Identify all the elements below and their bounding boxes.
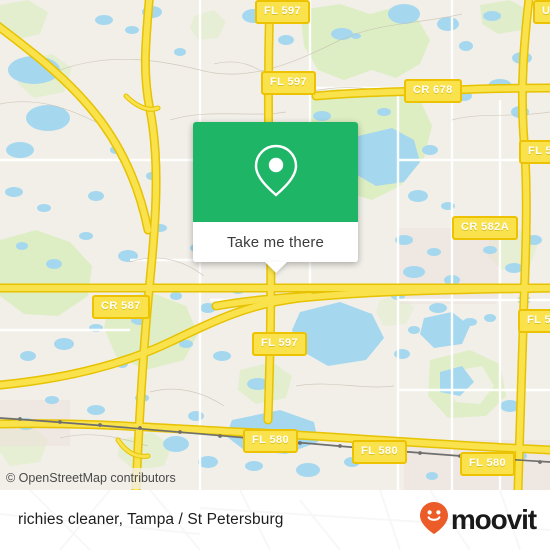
road-shield-label: CR 582A xyxy=(452,216,519,240)
road-shield-label: FL 597 xyxy=(252,332,308,356)
map-pin-icon xyxy=(251,141,301,204)
road-shield-label: FL 580 xyxy=(352,440,408,464)
map-attribution[interactable]: © OpenStreetMap contributors xyxy=(0,468,184,489)
road-shield-label: FL 597 xyxy=(261,71,317,95)
road-shield-label: FL 580 xyxy=(243,429,299,453)
place-title: richies cleaner, Tampa / St Petersburg xyxy=(18,511,284,528)
road-shield-label: FL 582 xyxy=(519,140,550,164)
road-shield-label: CR 587 xyxy=(92,295,150,319)
moovit-logo[interactable]: moovit xyxy=(419,501,537,540)
moovit-smile-pin-icon xyxy=(419,501,449,540)
road-shield-label: FL 582 xyxy=(518,309,550,333)
popup-pointer xyxy=(264,262,287,273)
map-screen: FL 597 FL 597 CR 678 U CR 582A FL 582 FL 582 CR… xyxy=(0,0,550,550)
bottom-bar: richies cleaner, Tampa / St Petersburg m… xyxy=(0,490,550,550)
take-me-there-label: Take me there xyxy=(227,233,324,251)
popup-header xyxy=(193,122,358,222)
road-shield-label: U xyxy=(533,0,550,24)
road-shield-label: FL 597 xyxy=(255,0,311,24)
take-me-there-button[interactable]: Take me there xyxy=(193,222,358,262)
road-shield-label: CR 678 xyxy=(404,79,462,103)
moovit-wordmark: moovit xyxy=(450,504,537,535)
location-popup-card[interactable]: Take me there xyxy=(193,122,358,273)
road-shield-label: FL 580 xyxy=(460,452,516,476)
